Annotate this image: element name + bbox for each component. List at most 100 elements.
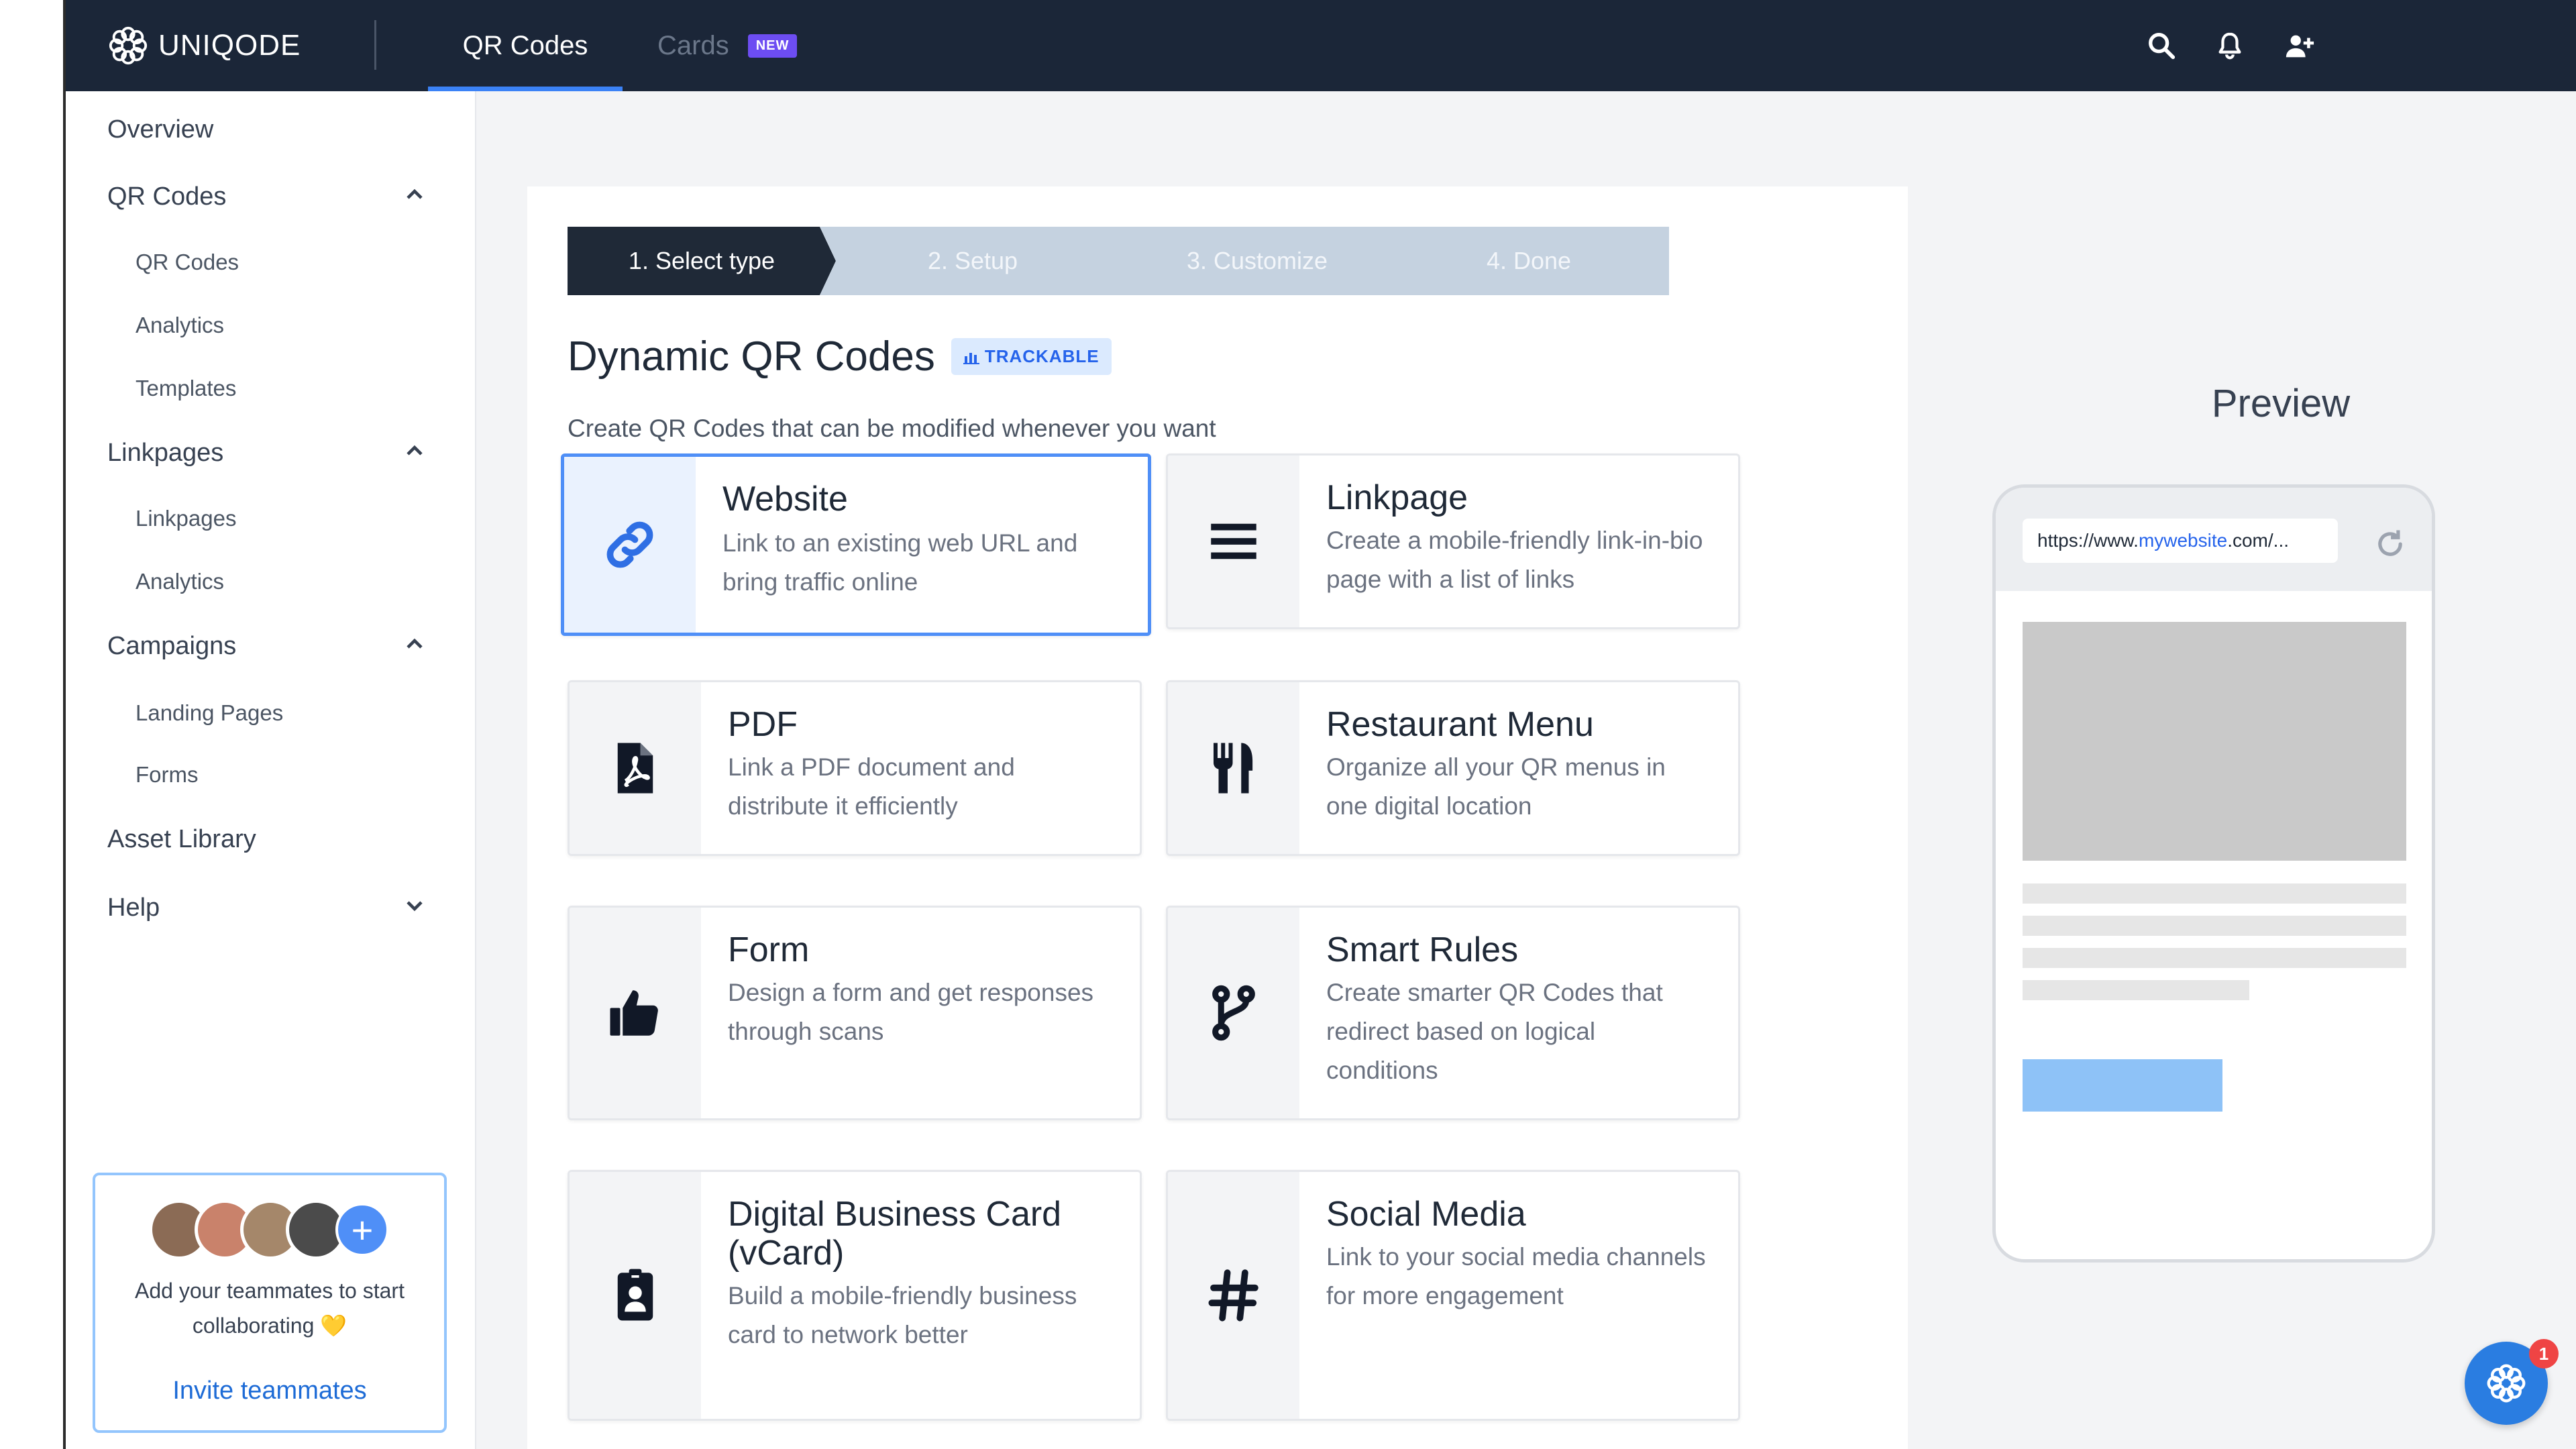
step-done[interactable]: 4. Done [1389,227,1669,295]
sidebar-subitem-templates[interactable]: Templates [136,376,236,401]
qr-type-card-pdf[interactable]: PDF Link a PDF document and distribute i… [568,680,1142,856]
phone-preview: https://www.mywebsite.com/... [1992,484,2435,1263]
tab-qr-codes-label: QR Codes [462,30,588,60]
chevron-up-icon[interactable] [401,437,428,464]
uniqode-logo-icon [2487,1364,2526,1403]
section-subtitle: Create QR Codes that can be modified whe… [568,415,1216,442]
sidebar-subitem-analytics[interactable]: Analytics [136,313,224,338]
sidebar-subitem-qr-codes[interactable]: QR Codes [136,250,239,275]
sidebar-subitem-forms[interactable]: Forms [136,762,199,788]
trackable-badge: TRACKABLE [951,338,1112,375]
sidebar-item-campaigns[interactable]: Campaigns [107,632,236,661]
card-title: Smart Rules [1326,930,1519,969]
tab-qr-codes[interactable]: QR Codes [428,0,623,91]
card-title: Digital Business Card (vCard) [728,1195,1062,1273]
card-icon-area [1168,1172,1299,1419]
invite-message: Add your teammates to start collaboratin… [135,1279,405,1338]
list-icon [1211,523,1256,559]
button-placeholder [2023,1059,2222,1112]
image-placeholder [2023,622,2406,861]
chevron-up-icon[interactable] [401,181,428,208]
card-icon-area [564,457,696,633]
sidebar-item-linkpages[interactable]: Linkpages [107,439,223,468]
sidebar-item-overview[interactable]: Overview [107,115,213,144]
card-description: Link a PDF document and distribute it ef… [728,753,1015,820]
link-icon [606,521,653,568]
card-title: Website [722,480,848,519]
card-icon-area [1168,908,1299,1118]
qr-type-card-website[interactable]: Website Link to an existing web URL and … [561,453,1151,636]
card-title: Linkpage [1326,478,1468,517]
qr-type-card-linkpage[interactable]: Linkpage Create a mobile-friendly link-i… [1166,453,1740,629]
card-title: PDF [728,705,798,744]
qr-type-panel: 1. Select type 2. Setup 3. Customize 4. … [527,186,1908,1449]
sidebar: Overview QR Codes QR Codes Analytics Tem… [66,91,476,1449]
qr-type-card-vcard[interactable]: Digital Business Card (vCard) Build a mo… [568,1170,1142,1421]
id-badge-icon [617,1269,653,1321]
sidebar-item-asset-library[interactable]: Asset Library [107,825,256,854]
branch-icon [1212,985,1255,1041]
step-label: 3. Customize [1186,247,1328,274]
hashtag-icon [1208,1269,1258,1322]
card-title: Restaurant Menu [1326,705,1594,744]
card-icon-area [570,908,701,1118]
search-button[interactable] [2143,27,2180,64]
card-description: Link to an existing web URL and bring tr… [722,529,1078,596]
qr-type-card-social-media[interactable]: Social Media Link to your social media c… [1166,1170,1740,1421]
card-icon-area [1168,682,1299,854]
card-icon-area [570,682,701,854]
tab-cards[interactable]: Cards NEW [657,0,798,91]
brand-logo[interactable]: UNIQODE [107,23,301,68]
step-setup[interactable]: 2. Setup [820,227,1126,295]
brand-name: UNIQODE [158,29,301,62]
qr-type-card-restaurant-menu[interactable]: Restaurant Menu Organize all your QR men… [1166,680,1740,856]
top-navbar: UNIQODE QR Codes Cards NEW [66,0,2576,91]
step-label: 4. Done [1486,247,1572,274]
card-icon-area [1168,455,1299,627]
add-user-button[interactable] [2281,27,2318,64]
add-teammate-icon[interactable]: + [335,1203,389,1256]
url-bar: https://www.mywebsite.com/... [2023,519,2338,563]
tab-cards-label: Cards [657,30,729,60]
preview-title: Preview [2211,382,2351,425]
card-description: Design a form and get responses through … [728,979,1094,1045]
sidebar-item-help[interactable]: Help [107,894,160,922]
text-placeholder [2023,948,2406,968]
section-title: Dynamic QR Codes TRACKABLE [568,333,1112,380]
search-icon [2149,33,2176,60]
card-description: Create a mobile-friendly link-in-bio pag… [1326,527,1703,593]
card-title: Form [728,930,810,969]
qr-type-card-form[interactable]: Form Design a form and get responses thr… [568,906,1142,1120]
add-user-icon [2286,35,2314,58]
new-badge: NEW [747,34,798,58]
notifications-button[interactable] [2211,27,2249,64]
reload-icon[interactable] [2373,527,2408,561]
invite-teammates-card: + Add your teammates to start collaborat… [93,1173,447,1433]
chevron-down-icon[interactable] [401,892,428,919]
step-select-type[interactable]: 1. Select type [568,227,836,295]
main-content: 1. Select type 2. Setup 3. Customize 4. … [476,91,2576,1449]
qr-type-card-smart-rules[interactable]: Smart Rules Create smarter QR Codes that… [1166,906,1740,1120]
browser-bar: https://www.mywebsite.com/... [1996,488,2432,591]
step-customize[interactable]: 3. Customize [1104,227,1410,295]
text-placeholder [2023,916,2406,936]
page-title: Dynamic QR Codes [568,333,935,380]
card-description: Create smarter QR Codes that redirect ba… [1326,979,1663,1084]
sidebar-subitem-linkpages[interactable]: Linkpages [136,506,236,531]
card-title: Social Media [1326,1195,1526,1234]
avatar-group: + [149,1199,389,1260]
sidebar-subitem-linkpages-analytics[interactable]: Analytics [136,569,224,594]
bell-icon [2218,32,2241,60]
uniqode-logo-icon [109,26,148,65]
sidebar-subitem-landing-pages[interactable]: Landing Pages [136,700,283,726]
chevron-up-icon[interactable] [401,631,428,657]
bar-chart-icon [963,353,979,364]
sidebar-item-qr-codes[interactable]: QR Codes [107,182,226,211]
text-placeholder [2023,883,2406,904]
logo-divider [374,20,376,70]
pdf-file-icon [617,743,653,794]
card-description: Organize all your QR menus in one digita… [1326,753,1666,820]
invite-teammates-link[interactable]: Invite teammates [95,1377,444,1405]
window-gutter [0,0,66,1449]
thumbs-up-icon [610,990,658,1036]
